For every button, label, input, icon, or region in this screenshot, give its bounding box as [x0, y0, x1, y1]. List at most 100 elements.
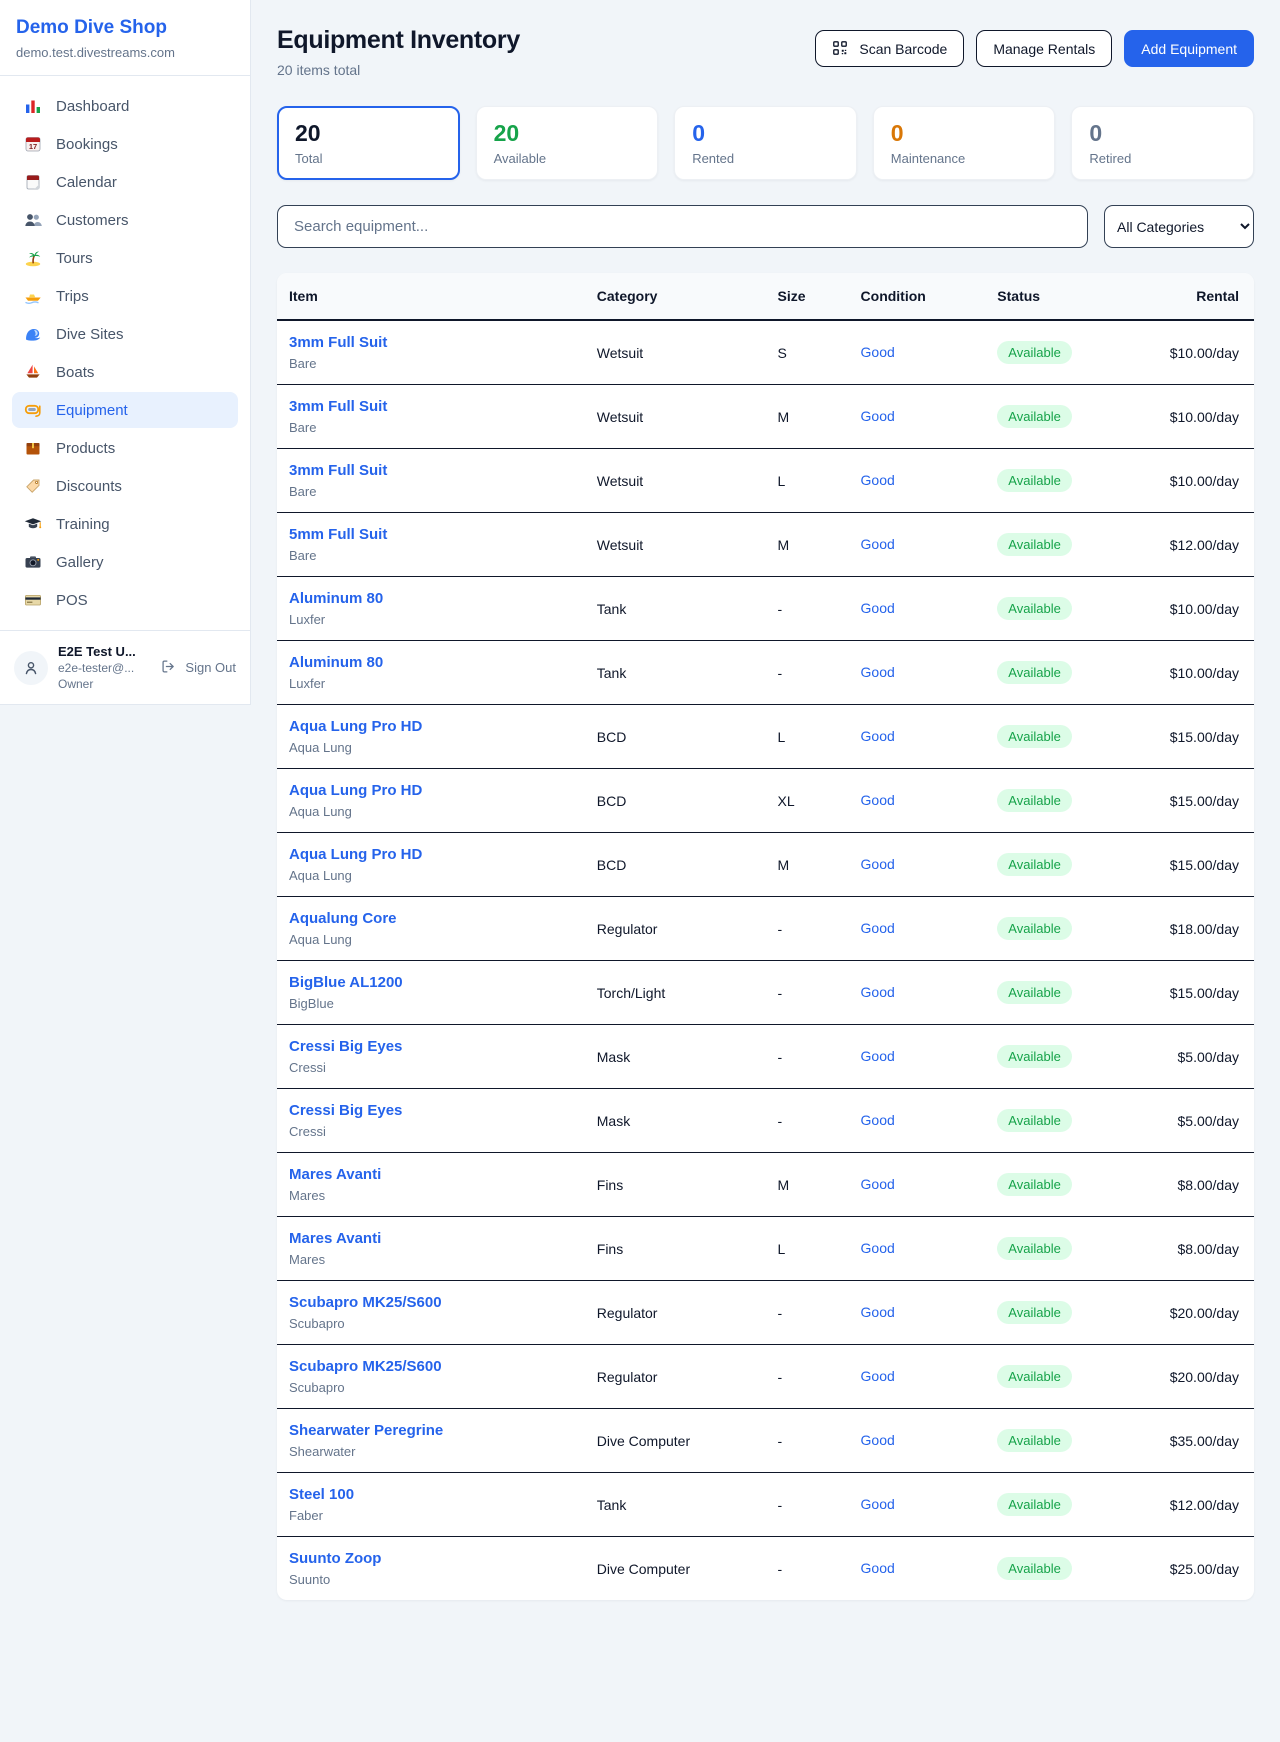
- category-select[interactable]: All Categories: [1104, 205, 1254, 248]
- item-link[interactable]: Mares Avanti: [289, 1230, 573, 1247]
- sidebar-item-tours[interactable]: Tours: [12, 240, 238, 276]
- table-row[interactable]: Aluminum 80LuxferTank-GoodAvailable$10.0…: [277, 641, 1254, 705]
- condition-link[interactable]: Good: [861, 856, 895, 872]
- table-row[interactable]: BigBlue AL1200BigBlueTorch/Light-GoodAva…: [277, 961, 1254, 1025]
- stat-card-maintenance[interactable]: 0Maintenance: [873, 106, 1056, 180]
- stat-card-rented[interactable]: 0Rented: [674, 106, 857, 180]
- condition-link[interactable]: Good: [861, 408, 895, 424]
- table-row[interactable]: Shearwater PeregrineShearwaterDive Compu…: [277, 1409, 1254, 1473]
- item-brand: Scubapro: [289, 1380, 573, 1395]
- item-link[interactable]: Suunto Zoop: [289, 1550, 573, 1567]
- condition-cell: Good: [849, 833, 986, 897]
- table-row[interactable]: Cressi Big EyesCressiMask-GoodAvailable$…: [277, 1025, 1254, 1089]
- sidebar-item-equipment[interactable]: Equipment: [12, 392, 238, 428]
- condition-link[interactable]: Good: [861, 1048, 895, 1064]
- sidebar-item-dive-sites[interactable]: Dive Sites: [12, 316, 238, 352]
- condition-link[interactable]: Good: [861, 1496, 895, 1512]
- table-row[interactable]: 3mm Full SuitBareWetsuitSGoodAvailable$1…: [277, 320, 1254, 385]
- condition-link[interactable]: Good: [861, 344, 895, 360]
- table-row[interactable]: 3mm Full SuitBareWetsuitLGoodAvailable$1…: [277, 449, 1254, 513]
- item-cell: Scubapro MK25/S600 Scubapro: [277, 1345, 585, 1409]
- item-link[interactable]: Aluminum 80: [289, 654, 573, 671]
- stat-card-available[interactable]: 20Available: [476, 106, 659, 180]
- search-input[interactable]: [277, 205, 1088, 248]
- table-row[interactable]: Scubapro MK25/S600ScubaproRegulator-Good…: [277, 1281, 1254, 1345]
- sidebar-item-label: Boats: [56, 364, 94, 381]
- table-row[interactable]: Mares AvantiMaresFinsMGoodAvailable$8.00…: [277, 1153, 1254, 1217]
- sidebar-item-products[interactable]: Products: [12, 430, 238, 466]
- table-row[interactable]: Mares AvantiMaresFinsLGoodAvailable$8.00…: [277, 1217, 1254, 1281]
- item-link[interactable]: Aqua Lung Pro HD: [289, 846, 573, 863]
- sidebar-item-customers[interactable]: Customers: [12, 202, 238, 238]
- sidebar-item-bookings[interactable]: 17Bookings: [12, 126, 238, 162]
- stat-card-retired[interactable]: 0Retired: [1071, 106, 1254, 180]
- table-row[interactable]: Suunto ZoopSuuntoDive Computer-GoodAvail…: [277, 1537, 1254, 1601]
- item-link[interactable]: Steel 100: [289, 1486, 573, 1503]
- sidebar-item-gallery[interactable]: Gallery: [12, 544, 238, 580]
- table-row[interactable]: Aqualung CoreAqua LungRegulator-GoodAvai…: [277, 897, 1254, 961]
- table-row[interactable]: 5mm Full SuitBareWetsuitMGoodAvailable$1…: [277, 513, 1254, 577]
- add-equipment-button[interactable]: Add Equipment: [1124, 30, 1254, 67]
- sidebar-item-trips[interactable]: Trips: [12, 278, 238, 314]
- item-link[interactable]: Cressi Big Eyes: [289, 1102, 573, 1119]
- condition-link[interactable]: Good: [861, 984, 895, 1000]
- sidebar-item-discounts[interactable]: Discounts: [12, 468, 238, 504]
- item-link[interactable]: 3mm Full Suit: [289, 462, 573, 479]
- condition-link[interactable]: Good: [861, 1368, 895, 1384]
- item-link[interactable]: BigBlue AL1200: [289, 974, 573, 991]
- sidebar-item-label: Calendar: [56, 174, 117, 191]
- condition-link[interactable]: Good: [861, 1304, 895, 1320]
- condition-link[interactable]: Good: [861, 664, 895, 680]
- stat-card-total[interactable]: 20Total: [277, 106, 460, 180]
- column-header-item: Item: [277, 273, 585, 320]
- brand[interactable]: Demo Dive Shop: [16, 17, 234, 39]
- condition-link[interactable]: Good: [861, 536, 895, 552]
- condition-link[interactable]: Good: [861, 920, 895, 936]
- table-row[interactable]: Aqua Lung Pro HDAqua LungBCDXLGoodAvaila…: [277, 769, 1254, 833]
- condition-link[interactable]: Good: [861, 1240, 895, 1256]
- condition-link[interactable]: Good: [861, 728, 895, 744]
- table-row[interactable]: Steel 100FaberTank-GoodAvailable$12.00/d…: [277, 1473, 1254, 1537]
- table-row[interactable]: Aqua Lung Pro HDAqua LungBCDMGoodAvailab…: [277, 833, 1254, 897]
- table-row[interactable]: Aqua Lung Pro HDAqua LungBCDLGoodAvailab…: [277, 705, 1254, 769]
- item-cell: Shearwater PeregrineShearwater: [277, 1409, 585, 1473]
- condition-link[interactable]: Good: [861, 1112, 895, 1128]
- sidebar-item-boats[interactable]: Boats: [12, 354, 238, 390]
- item-link[interactable]: 3mm Full Suit: [289, 334, 573, 351]
- condition-cell: Good: [849, 320, 986, 385]
- table-row[interactable]: Aluminum 80LuxferTank-GoodAvailable$10.0…: [277, 577, 1254, 641]
- sign-out-button[interactable]: Sign Out: [161, 659, 236, 677]
- item-link[interactable]: Cressi Big Eyes: [289, 1038, 573, 1055]
- item-link[interactable]: Aqua Lung Pro HD: [289, 782, 573, 799]
- item-link[interactable]: Scubapro MK25/S600: [289, 1294, 573, 1311]
- condition-link[interactable]: Good: [861, 600, 895, 616]
- item-link[interactable]: 5mm Full Suit: [289, 526, 573, 543]
- condition-cell: Good: [849, 961, 986, 1025]
- condition-link[interactable]: Good: [861, 472, 895, 488]
- item-link[interactable]: Aluminum 80: [289, 590, 573, 607]
- condition-link[interactable]: Good: [861, 792, 895, 808]
- condition-link[interactable]: Good: [861, 1432, 895, 1448]
- item-link[interactable]: Shearwater Peregrine: [289, 1422, 573, 1439]
- condition-link[interactable]: Good: [861, 1176, 895, 1192]
- sidebar-item-pos[interactable]: POS: [12, 582, 238, 618]
- status-badge: Available: [997, 725, 1072, 748]
- scan-barcode-button[interactable]: Scan Barcode: [815, 30, 964, 67]
- item-link[interactable]: Aqualung Core: [289, 910, 573, 927]
- item-link[interactable]: Mares Avanti: [289, 1166, 573, 1183]
- condition-link[interactable]: Good: [861, 1560, 895, 1576]
- size-cell: S: [766, 320, 849, 385]
- sidebar-item-training[interactable]: Training: [12, 506, 238, 542]
- table-row[interactable]: 3mm Full SuitBareWetsuitMGoodAvailable$1…: [277, 385, 1254, 449]
- condition-cell: Good: [849, 1473, 986, 1537]
- sidebar-item-calendar[interactable]: Calendar: [12, 164, 238, 200]
- item-link[interactable]: 3mm Full Suit: [289, 398, 573, 415]
- rental-cell: $15.00/day: [1137, 833, 1254, 897]
- table-row[interactable]: Scubapro MK25/S600ScubaproRegulator-Good…: [277, 1345, 1254, 1409]
- sidebar-item-dashboard[interactable]: Dashboard: [12, 88, 238, 124]
- table-row[interactable]: Cressi Big EyesCressiMask-GoodAvailable$…: [277, 1089, 1254, 1153]
- sidebar: Demo Dive Shop demo.test.divestreams.com…: [0, 0, 251, 705]
- manage-rentals-button[interactable]: Manage Rentals: [976, 30, 1112, 67]
- item-link[interactable]: Scubapro MK25/S600: [289, 1358, 573, 1375]
- item-link[interactable]: Aqua Lung Pro HD: [289, 718, 573, 735]
